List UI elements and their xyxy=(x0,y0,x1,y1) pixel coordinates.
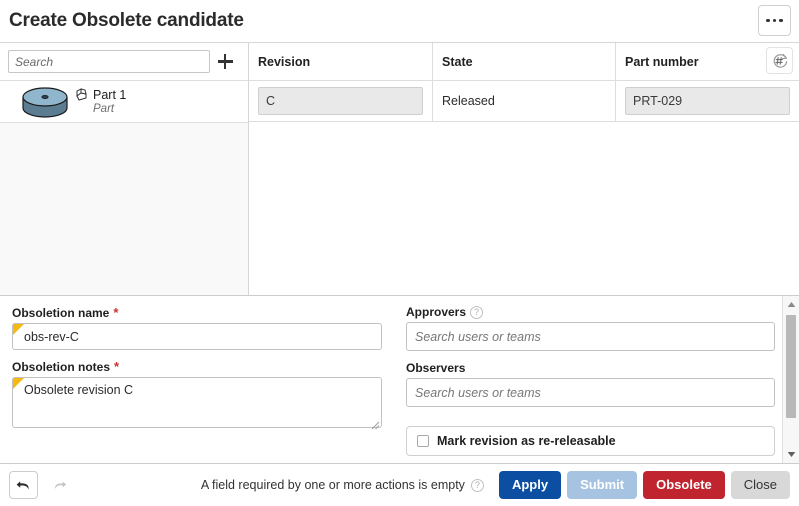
add-item-button[interactable] xyxy=(210,47,240,77)
search-input[interactable] xyxy=(8,50,210,73)
hash-refresh-icon xyxy=(773,53,787,68)
form-scrollbar[interactable] xyxy=(782,296,799,463)
scrollbar-track[interactable] xyxy=(783,313,799,446)
approvers-label-text: Approvers xyxy=(406,305,467,319)
kebab-menu-icon xyxy=(772,18,777,23)
obsoletion-notes-label: Obsoletion notes * xyxy=(12,359,382,374)
column-header-revision: Revision xyxy=(249,43,433,80)
list-item[interactable]: Part 1 Part xyxy=(0,81,248,123)
observers-input[interactable] xyxy=(406,378,775,407)
rereleasable-checkbox[interactable] xyxy=(417,435,429,447)
list-item-subtype: Part xyxy=(93,103,115,116)
hash-refresh-icon-button[interactable] xyxy=(766,47,793,74)
submit-button[interactable]: Submit xyxy=(567,471,638,499)
scroll-down-arrow-icon[interactable] xyxy=(783,446,799,463)
obsoletion-notes-textarea[interactable] xyxy=(12,377,382,428)
tree-body: Part 1 Part xyxy=(0,81,248,295)
approvers-label: Approvers ? xyxy=(406,305,775,319)
scrollbar-thumb[interactable] xyxy=(786,315,796,418)
list-item-label: Part 1 xyxy=(93,88,127,103)
help-icon[interactable]: ? xyxy=(470,478,484,492)
table-row: Released xyxy=(249,81,799,122)
table-header-row: Revision State Part number xyxy=(249,43,799,81)
kebab-menu-icon xyxy=(779,18,783,23)
apply-button[interactable]: Apply xyxy=(498,471,562,499)
tree-toolbar xyxy=(0,43,248,81)
content-middle: Part 1 Part Revision State Part number xyxy=(0,43,799,296)
cell-part-number xyxy=(616,81,799,121)
close-button[interactable]: Close xyxy=(730,471,790,499)
obsolete-button[interactable]: Obsolete xyxy=(643,471,725,499)
kebab-menu-icon xyxy=(766,18,770,23)
dialog-header: Create Obsolete candidate xyxy=(0,0,799,43)
column-header-part-number: Part number xyxy=(616,43,799,80)
obsoletion-name-wrapper xyxy=(12,323,382,350)
properties-table: Revision State Part number C Released PR… xyxy=(249,43,799,295)
cell-revision xyxy=(249,81,433,121)
undo-arrow-icon xyxy=(16,480,29,490)
part-icon xyxy=(74,87,90,103)
tree-panel: Part 1 Part xyxy=(0,43,249,295)
column-header-state: State xyxy=(433,43,616,80)
form-column-left: Obsoletion name * Obsoletion notes * xyxy=(0,296,394,463)
observers-label-text: Observers xyxy=(406,361,466,375)
obsoletion-name-label: Obsoletion name * xyxy=(12,305,382,320)
rereleasable-row[interactable]: Mark revision as re-releasable xyxy=(406,426,775,456)
obsoletion-name-input[interactable] xyxy=(12,323,382,350)
cylinder-part-thumbnail xyxy=(18,84,72,120)
redo-arrow-icon xyxy=(55,481,67,490)
dialog-footer: A field required by one or more actions … xyxy=(0,464,799,506)
obsoletion-notes-label-text: Obsoletion notes xyxy=(12,359,111,374)
observers-label: Observers xyxy=(406,361,775,375)
obsoletion-name-label-text: Obsoletion name xyxy=(12,305,110,320)
create-obsolete-candidate-dialog: Create Obsolete candidate Search Part 1 … xyxy=(0,0,799,506)
column-header-part-number-label: Part number xyxy=(625,54,699,69)
cell-state: Released xyxy=(433,81,616,121)
form-area: Obsoletion name * Obsoletion notes * xyxy=(0,296,799,464)
revision-field[interactable] xyxy=(258,87,423,115)
redo-button xyxy=(47,472,73,498)
part-number-field[interactable] xyxy=(625,87,790,115)
rereleasable-label: Mark revision as re-releasable xyxy=(437,434,616,448)
kebab-menu-button[interactable] xyxy=(758,5,791,36)
form-column-right: Approvers ? Observers Mark revision as r… xyxy=(394,296,799,463)
list-item-text: Part 1 Part xyxy=(74,87,126,116)
undo-button[interactable] xyxy=(9,471,38,499)
obsoletion-notes-wrapper xyxy=(12,377,382,433)
required-marker: * xyxy=(114,359,120,374)
approvers-input[interactable] xyxy=(406,322,775,351)
status-message-text: A field required by one or more actions … xyxy=(200,478,465,492)
scroll-up-arrow-icon[interactable] xyxy=(783,296,799,313)
help-icon[interactable]: ? xyxy=(470,305,484,319)
page-title: Create Obsolete candidate xyxy=(9,10,244,31)
required-marker: * xyxy=(113,305,119,320)
status-message: A field required by one or more actions … xyxy=(201,478,484,492)
table-body: Released xyxy=(249,81,799,295)
